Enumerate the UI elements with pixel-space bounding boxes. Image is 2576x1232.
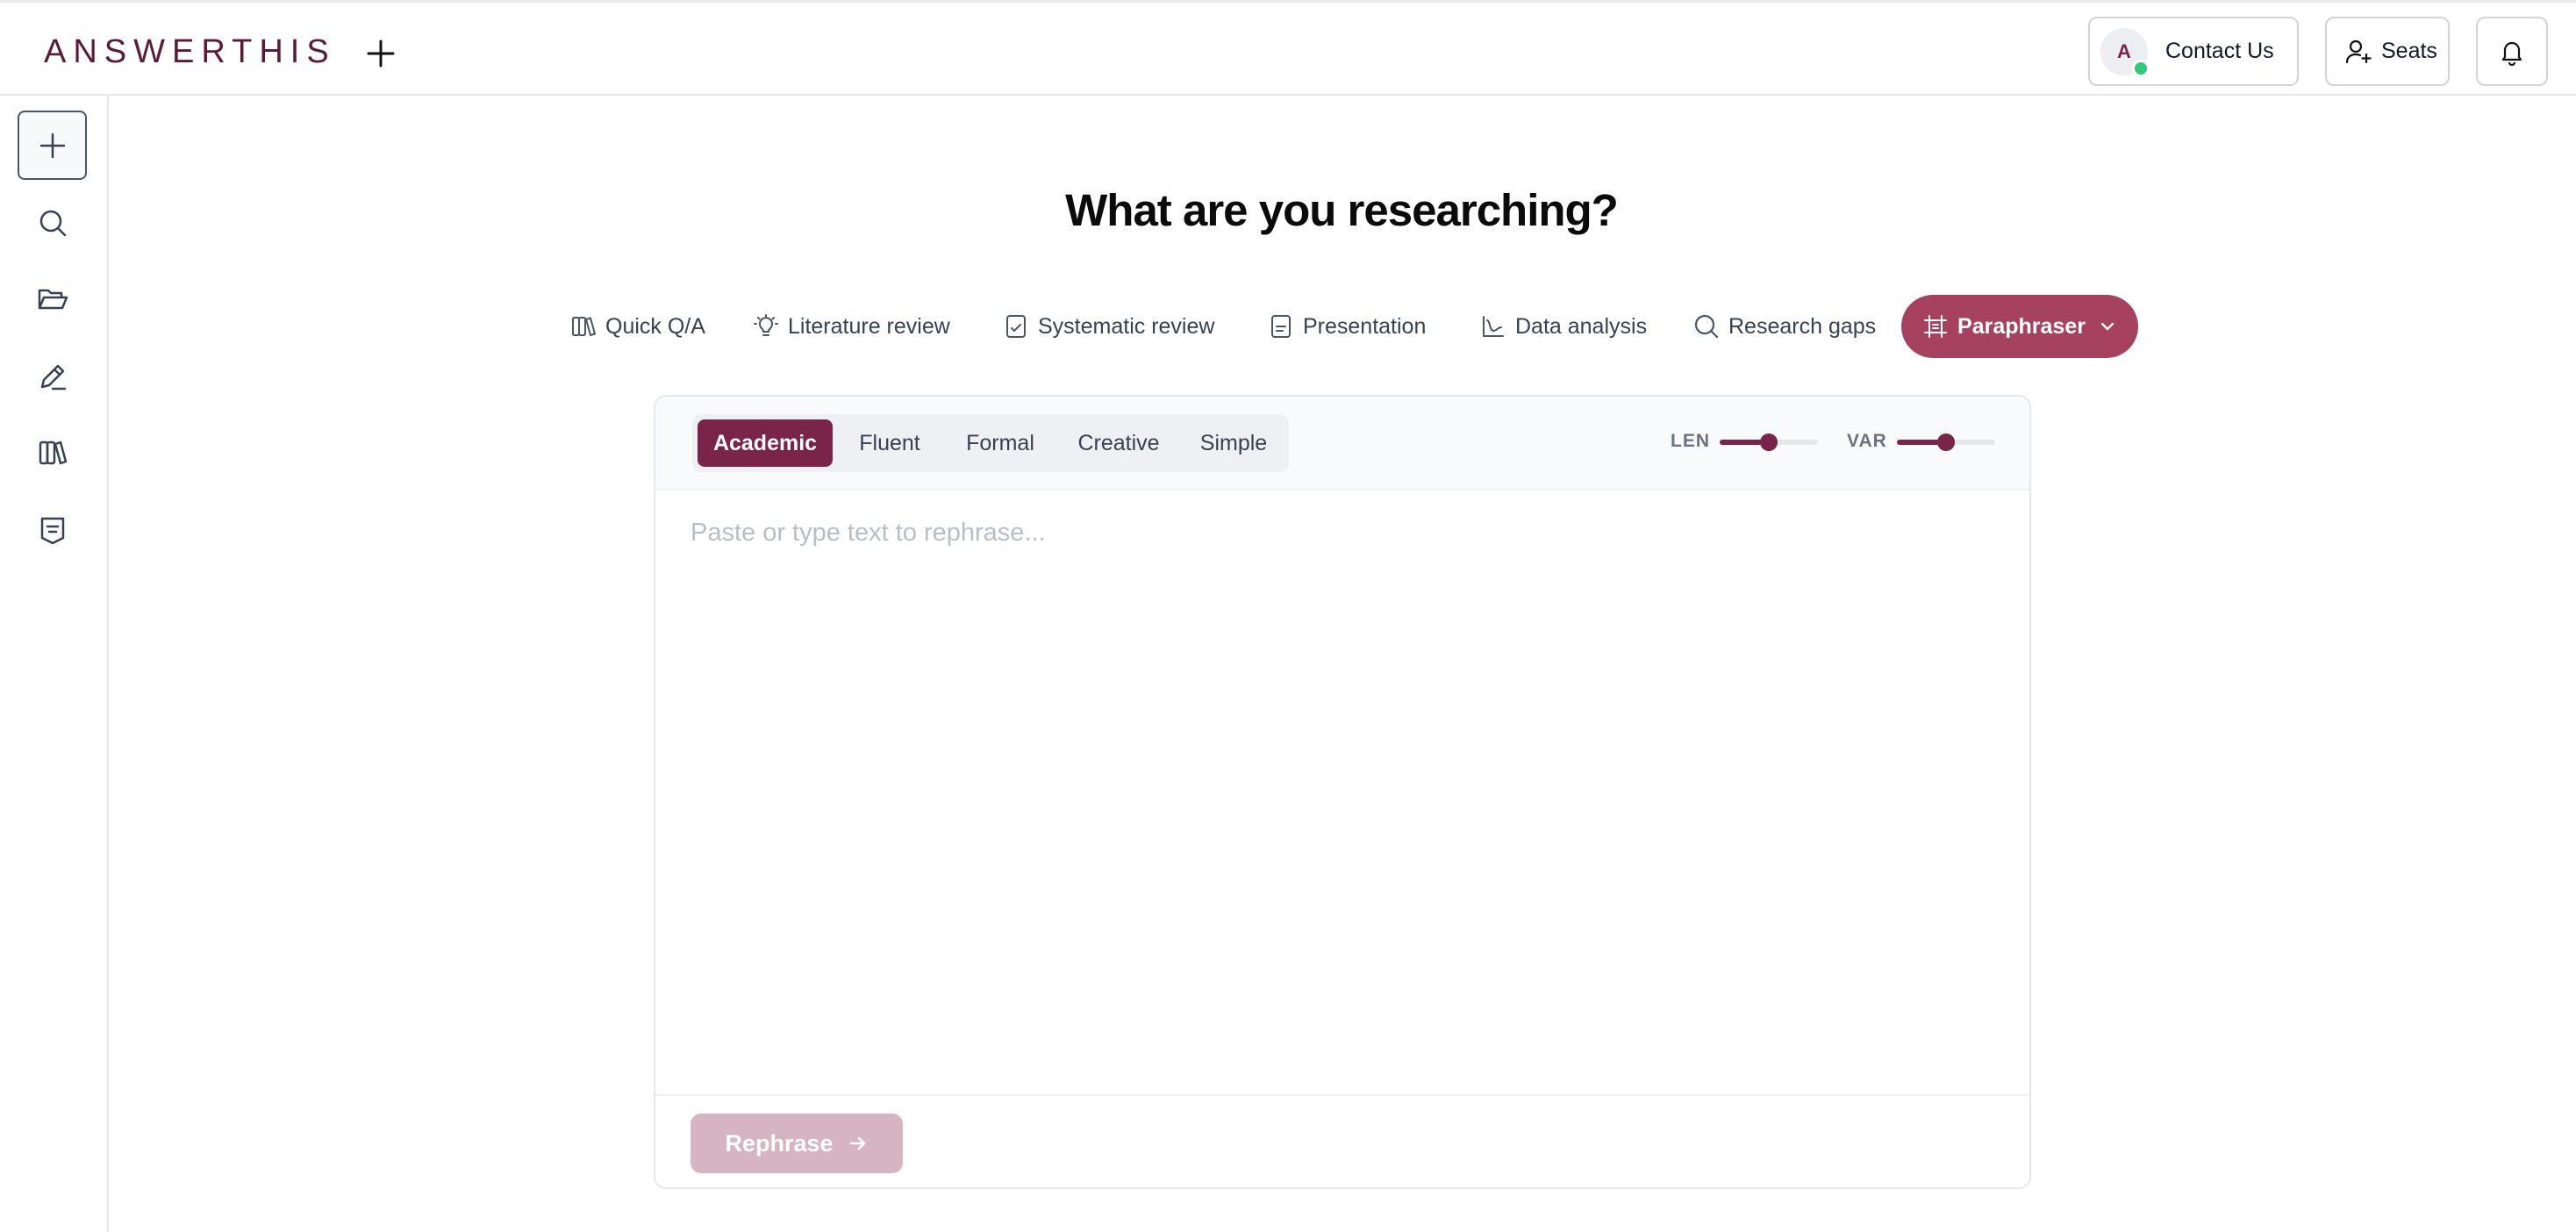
- sidebar-notes-button[interactable]: [18, 495, 87, 564]
- tab-label: Data analysis: [1515, 313, 1648, 339]
- tab-research-gaps[interactable]: Research gaps: [1693, 297, 1876, 356]
- bookmark-shield-icon: [40, 517, 64, 544]
- books-icon: [39, 441, 67, 464]
- search-icon: [1693, 313, 1720, 340]
- paraphraser-toolbar: Academic Fluent Formal Creative Simple L…: [655, 397, 2029, 491]
- tab-systematic-review[interactable]: Systematic review: [1003, 297, 1214, 356]
- contact-us-button[interactable]: A Contact Us: [2088, 17, 2299, 86]
- plus-icon: [367, 39, 395, 68]
- tab-quick-qa[interactable]: Quick Q/A: [570, 297, 705, 356]
- bell-icon: [2501, 41, 2522, 66]
- lightbulb-icon: [753, 313, 779, 340]
- document-icon: [1268, 313, 1294, 340]
- arrow-right-icon: [848, 1133, 869, 1154]
- document-check-icon: [1003, 313, 1029, 340]
- paraphraser-panel: Academic Fluent Formal Creative Simple L…: [654, 395, 2031, 1189]
- tab-paraphraser[interactable]: Paraphraser: [1901, 295, 2138, 358]
- tab-label: Research gaps: [1728, 313, 1877, 339]
- rephrase-button[interactable]: Rephrase: [691, 1114, 903, 1173]
- sidebar-new-chat-button[interactable]: [18, 111, 87, 180]
- chevron-down-icon: [2098, 317, 2117, 336]
- len-slider[interactable]: [1720, 433, 1818, 451]
- chart-line-icon: [1480, 313, 1506, 340]
- plus-icon: [39, 133, 65, 158]
- mode-formal[interactable]: Formal: [947, 419, 1054, 467]
- rephrase-input[interactable]: [655, 492, 2029, 998]
- mode-creative[interactable]: Creative: [1057, 419, 1180, 467]
- pencil-icon: [40, 364, 66, 390]
- seats-label: Seats: [2381, 39, 2437, 63]
- var-slider-handle[interactable]: [1937, 433, 1955, 451]
- books-icon: [570, 313, 597, 340]
- app-logo[interactable]: ANSWERTHIS: [44, 34, 336, 69]
- mode-fluent[interactable]: Fluent: [838, 419, 941, 467]
- tab-label: Literature review: [788, 313, 950, 339]
- mode-academic[interactable]: Academic: [698, 419, 833, 467]
- tab-literature-review[interactable]: Literature review: [753, 297, 950, 356]
- rephrase-label: Rephrase: [725, 1129, 834, 1157]
- tab-label: Paraphraser: [1957, 313, 2086, 339]
- paraphraser-footer: Rephrase: [655, 1094, 2029, 1187]
- folder-open-icon: [38, 289, 68, 309]
- contact-us-label: Contact Us: [2165, 39, 2274, 63]
- len-slider-handle[interactable]: [1760, 433, 1778, 451]
- page-title: What are you researching?: [1065, 185, 1619, 235]
- user-plus-icon: [2344, 38, 2372, 66]
- seats-button[interactable]: Seats: [2325, 17, 2450, 86]
- avatar: A: [2100, 27, 2150, 77]
- sidebar-write-button[interactable]: [18, 341, 87, 411]
- frame-icon: [1922, 313, 1949, 340]
- mode-simple[interactable]: Simple: [1184, 419, 1284, 467]
- tab-presentation[interactable]: Presentation: [1268, 297, 1426, 356]
- sidebar-library-button[interactable]: [18, 264, 87, 333]
- var-slider[interactable]: [1897, 433, 1995, 451]
- tab-label: Systematic review: [1038, 313, 1215, 339]
- online-status-dot: [2132, 59, 2150, 77]
- tab-label: Quick Q/A: [605, 313, 705, 339]
- var-label: VAR: [1847, 431, 1887, 451]
- notifications-button[interactable]: [2476, 17, 2548, 86]
- top-bar: ANSWERTHIS A Contact Us Seats: [0, 0, 2576, 96]
- tab-label: Presentation: [1303, 313, 1427, 339]
- mode-selector: Academic Fluent Formal Creative Simple: [692, 414, 1289, 472]
- tab-data-analysis[interactable]: Data analysis: [1480, 297, 1647, 356]
- avatar-letter: A: [2117, 39, 2131, 62]
- len-label: LEN: [1671, 431, 1710, 451]
- sidebar-books-button[interactable]: [18, 418, 87, 487]
- new-item-button[interactable]: [363, 36, 398, 71]
- sidebar: [0, 96, 109, 1232]
